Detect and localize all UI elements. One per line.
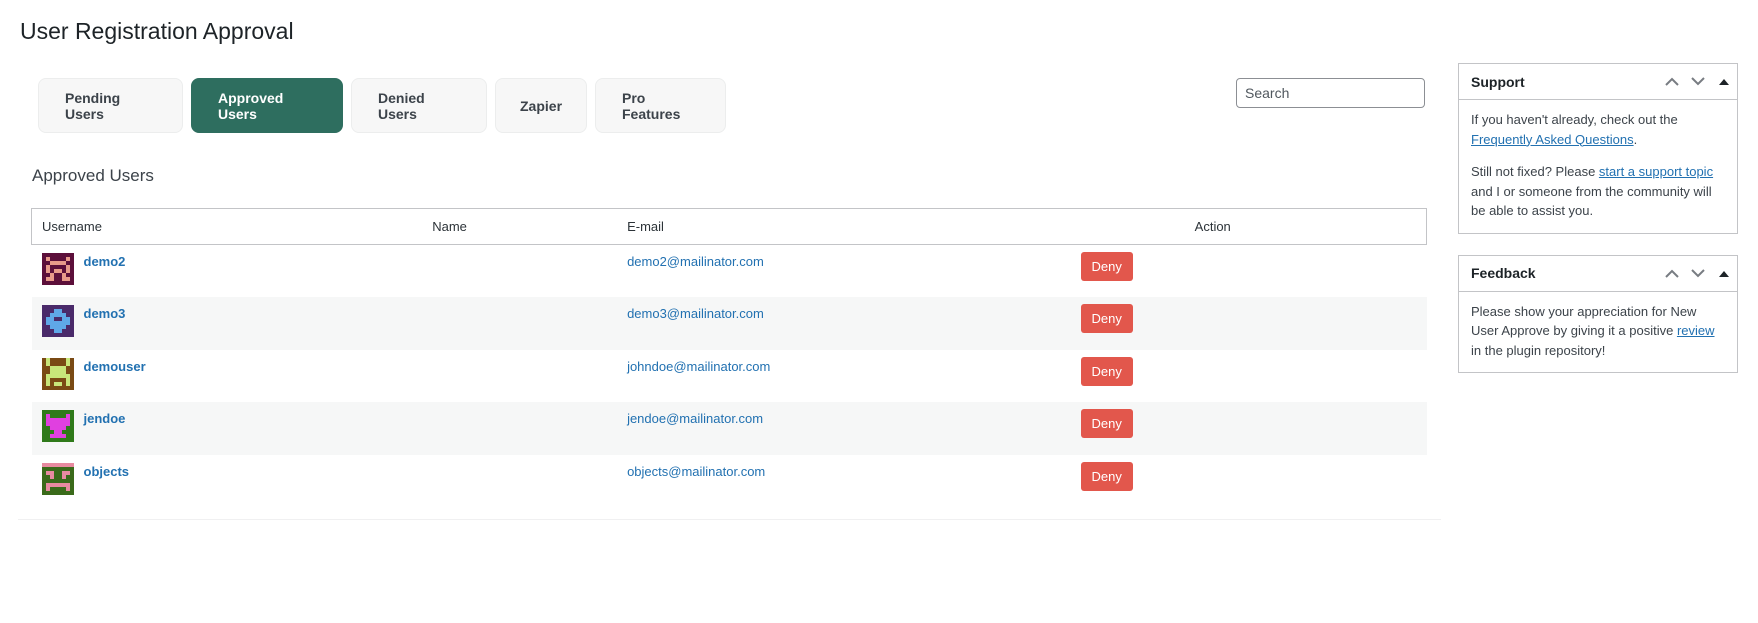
avatar [41,305,74,337]
tab-denied-users[interactable]: Denied Users [351,78,487,133]
username-link[interactable]: objects [84,464,130,479]
support-box-body: If you haven't already, check out the Fr… [1459,100,1737,233]
table-row: demo2 demo2@mailinator.com Deny [32,245,1427,298]
deny-button[interactable]: Deny [1080,356,1133,386]
feedback-box-body: Please show your appreciation for New Us… [1459,292,1737,373]
sidebar: Support If you haven't already, check ou… [1458,63,1738,394]
avatar [41,410,74,442]
support-box-title: Support [1471,73,1525,90]
tab-bar: Pending Users Approved Users Denied User… [38,78,726,133]
feedback-box-header: Feedback [1459,256,1737,292]
tab-pro-features[interactable]: Pro Features [595,78,726,133]
avatar [41,253,74,285]
support-text: . [1633,131,1638,147]
chevron-up-icon[interactable] [1659,64,1685,100]
toggle-arrow-icon[interactable] [1711,255,1737,291]
email-link[interactable]: demo3@mailinator.com [627,306,764,321]
name-cell [422,297,617,350]
username-link[interactable]: demo3 [84,306,126,321]
column-header-action: Action [1184,208,1427,245]
chevron-down-icon[interactable] [1685,64,1711,100]
avatar [41,462,74,495]
table-row: jendoe jendoe@mailinator.com Deny [31,402,1427,455]
chevron-up-icon[interactable] [1659,255,1685,291]
feedback-text-start: Please show your appreciation for New Us… [1471,303,1697,339]
faq-link[interactable]: Frequently Asked Questions [1471,132,1634,147]
feedback-box-controls [1659,255,1737,291]
email-link[interactable]: demo2@mailinator.com [627,254,764,269]
table-row: objects objects@mailinator.com Deny [32,455,1427,508]
table-row: demouser johndoe@mailinator.com Deny [32,350,1427,403]
feedback-text: Please show your appreciation for New Us… [1471,302,1725,361]
deny-button[interactable]: Deny [1080,409,1133,438]
name-cell [422,350,617,403]
name-cell [422,402,617,455]
review-link[interactable]: review [1677,323,1715,338]
tab-pending-users[interactable]: Pending Users [38,78,183,133]
avatar [41,357,74,390]
support-box-header: Support [1459,64,1737,100]
support-text: Still not fixed? Please [1471,164,1599,179]
support-text: If you haven't already, check out the [1471,112,1678,127]
username-link[interactable]: demouser [84,359,146,374]
feedback-box-title: Feedback [1471,265,1536,281]
name-cell [422,455,617,508]
support-box: Support If you haven't already, check ou… [1458,63,1738,234]
support-box-controls [1659,64,1737,100]
search-input[interactable] [1236,78,1425,108]
table-row: demo3 demo3@mailinator.com Deny [31,297,1427,350]
email-link[interactable]: objects@mailinator.com [627,464,765,479]
support-topic-link[interactable]: start a support topic [1599,164,1713,179]
column-header-name: Name [422,208,618,245]
support-text-topic: Still not fixed? Please start a support … [1471,162,1725,221]
deny-button[interactable]: Deny [1080,304,1133,333]
feedback-box: Feedback Please show your appreciation f… [1458,254,1738,373]
users-table: Username Name E-mail Action demo2 demo2@… [31,208,1427,507]
toggle-arrow-icon[interactable] [1711,64,1737,100]
deny-button[interactable]: Deny [1080,461,1133,491]
feedback-text-end: in the plugin repository! [1471,342,1606,358]
email-link[interactable]: johndoe@mailinator.com [627,359,770,374]
main-panel: Pending Users Approved Users Denied User… [18,66,1441,520]
tab-zapier[interactable]: Zapier [495,78,587,133]
column-header-username: Username [31,208,423,245]
username-link[interactable]: demo2 [84,254,126,269]
email-link[interactable]: jendoe@mailinator.com [627,411,763,426]
section-heading: Approved Users [32,166,154,185]
chevron-down-icon[interactable] [1685,255,1711,291]
column-header-email: E-mail [617,208,1185,245]
table-header-row: Username Name E-mail Action [31,208,1427,245]
tab-approved-users[interactable]: Approved Users [191,78,343,133]
deny-button[interactable]: Deny [1080,252,1133,281]
name-cell [422,245,617,298]
username-link[interactable]: jendoe [84,411,126,426]
support-text-faq: If you haven't already, check out the Fr… [1471,110,1725,149]
support-text: and I or someone from the community will… [1471,183,1712,219]
page-title: User Registration Approval [20,18,294,44]
